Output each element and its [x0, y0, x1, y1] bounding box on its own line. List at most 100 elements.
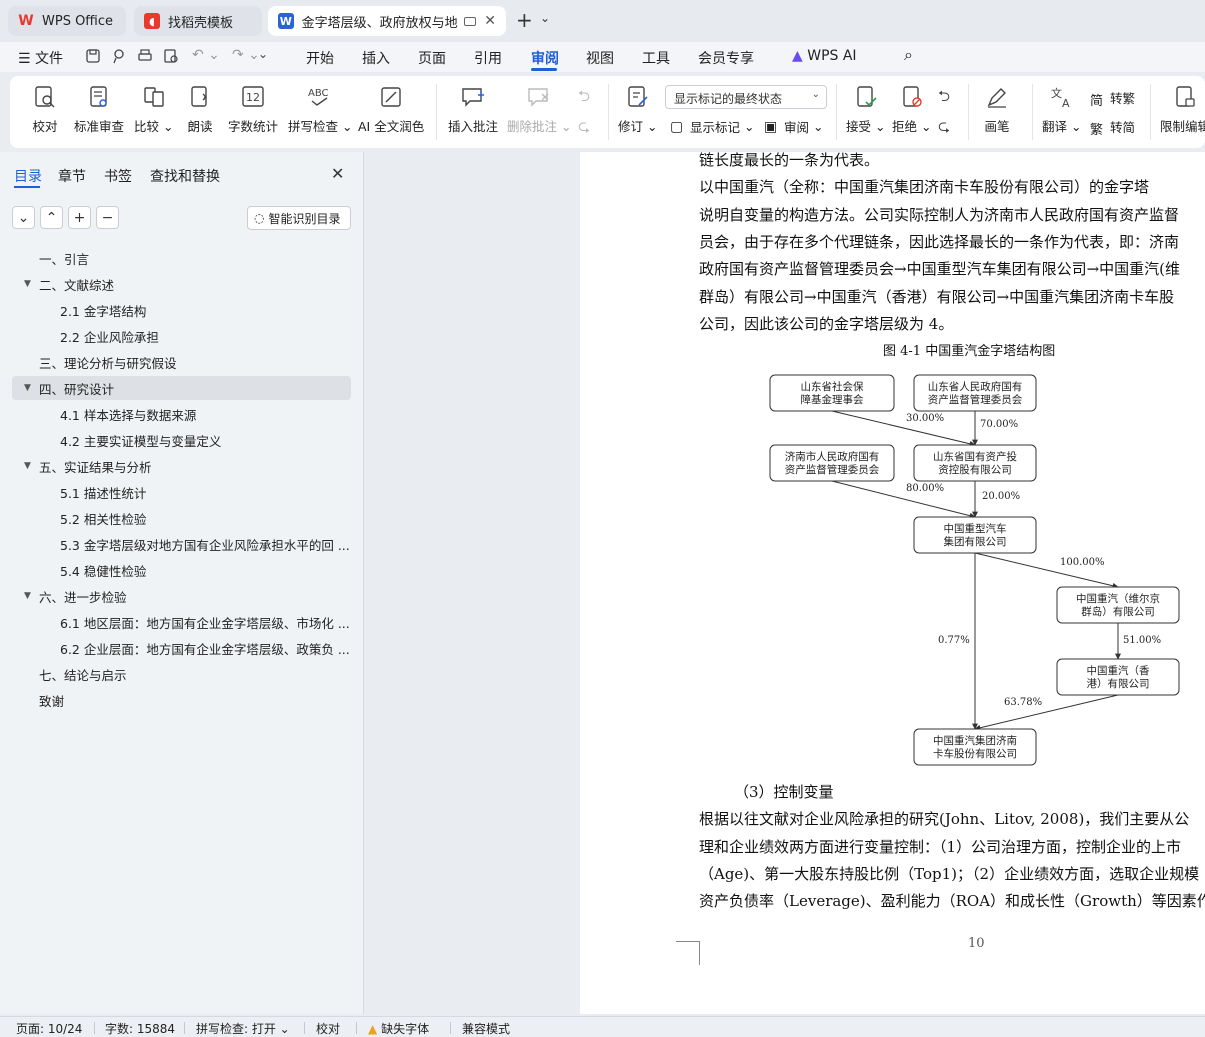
word-count-button[interactable]: 12 字数统计 — [228, 84, 278, 135]
tab-wps-office[interactable]: W WPS Office — [8, 6, 126, 36]
menu-file[interactable]: ☰ 文件 — [18, 48, 63, 68]
panel-divider[interactable] — [363, 152, 364, 1014]
status-spell-check[interactable]: 拼写检查: 打开 ⌄ — [196, 1020, 290, 1037]
wps-ai-icon: ▲ — [792, 48, 803, 64]
new-tab-icon[interactable]: + — [516, 8, 533, 32]
proofread-button[interactable]: 校对 — [32, 84, 58, 135]
menu-page[interactable]: 页面 — [418, 48, 446, 68]
markup-mode-select[interactable]: 显示标记的最终状态 ⌄ — [665, 85, 827, 109]
toc-item[interactable]: ▼ 二、文献综述 — [12, 272, 351, 296]
delete-comment-button[interactable]: 删除批注 ⌄ — [507, 84, 571, 135]
next-comment-icon[interactable]: ⮎ — [578, 116, 590, 141]
print-icon[interactable] — [136, 47, 154, 65]
expand-caret-icon[interactable]: ▼ — [24, 383, 31, 393]
toc-item[interactable]: 4.2 主要实证模型与变量定义 — [12, 428, 351, 452]
toc-item[interactable]: ▼ 六、进一步检验 — [12, 584, 351, 608]
menu-view[interactable]: 视图 — [586, 48, 614, 68]
toc-item[interactable]: 5.1 描述性统计 — [12, 480, 351, 504]
ribbon-divider — [436, 84, 437, 140]
menu-review[interactable]: 审阅 — [531, 48, 559, 68]
toc-item[interactable]: 6.1 地区层面：地方国有企业金字塔层级、市场化 ... — [12, 610, 351, 634]
expand-up-button[interactable]: ⌃ — [40, 206, 63, 229]
toc-item[interactable]: 三、理论分析与研究假设 — [12, 350, 351, 374]
nav-tab-bookmarks[interactable]: 书签 — [104, 166, 132, 186]
entity-name: 中国重汽集团济南 — [933, 734, 1017, 747]
chevron-down-icon[interactable]: ⌄ — [540, 11, 550, 25]
show-markup-button[interactable]: ▢ 显示标记 ⌄ — [670, 117, 754, 136]
undo-icon[interactable]: ↶ ⌄ — [192, 47, 220, 63]
pen-button[interactable]: 画笔 — [984, 84, 1010, 135]
monitor-icon[interactable] — [464, 16, 477, 26]
to-simplified-label: 转简 — [1110, 120, 1136, 135]
compare-button[interactable]: 比较 ⌄ — [134, 84, 173, 135]
status-proofread[interactable]: 校对 — [316, 1020, 340, 1037]
prev-comment-icon[interactable]: ⮌ — [578, 86, 590, 111]
smart-toc-button[interactable]: ◌ 智能识别目录 — [247, 206, 351, 230]
more-chevron-icon[interactable]: ⌄ — [258, 47, 268, 61]
toc-item[interactable]: 5.2 相关性检验 — [12, 506, 351, 530]
search-icon[interactable]: ⌕ — [904, 45, 913, 65]
nav-tab-chapters[interactable]: 章节 — [58, 166, 86, 186]
nav-tab-toc[interactable]: 目录 — [14, 166, 42, 186]
entity-name: 港）有限公司 — [1087, 677, 1150, 690]
toc-item[interactable]: 5.3 金字塔层级对地方国有企业风险承担水平的回 ... — [12, 532, 351, 556]
toc-item-label: 一、引言 — [39, 251, 90, 267]
ai-polish-button[interactable]: AI 全文润色 — [358, 84, 424, 135]
restrict-edit-button[interactable]: 限制编辑 — [1160, 84, 1205, 135]
status-compat-mode[interactable]: 兼容模式 — [462, 1020, 510, 1037]
menu-start[interactable]: 开始 — [306, 48, 334, 68]
save-icon[interactable] — [84, 47, 102, 65]
document-page[interactable]: 链长度最长的一条为代表。 以中国重汽（全称：中国重汽集团济南卡车股份有限公司）的… — [580, 152, 1205, 1014]
toc-item[interactable]: 6.2 企业层面：地方国有企业金字塔层级、政策负 ... — [12, 636, 351, 660]
expand-caret-icon[interactable]: ▼ — [24, 279, 31, 289]
standard-review-button[interactable]: 标准审查 — [74, 84, 124, 135]
toc-item[interactable]: ▼ 五、实证结果与分析 — [12, 454, 351, 478]
reject-button[interactable]: 拒绝 ⌄ — [892, 84, 931, 135]
accept-button[interactable]: 接受 ⌄ — [846, 84, 885, 135]
spell-check-button[interactable]: ABC 拼写检查 ⌄ — [288, 84, 352, 135]
prev-change-icon[interactable]: ⮌ — [938, 86, 950, 111]
review-pane-button[interactable]: ▣ 审阅 ⌄ — [764, 117, 823, 136]
menu-wps-ai[interactable]: ▲ WPS AI — [792, 48, 857, 64]
toc-item[interactable]: ▼ 四、研究设计 — [12, 376, 351, 400]
toc-item[interactable]: 一、引言 — [12, 246, 351, 270]
collapse-all-button[interactable]: ⌄ — [12, 206, 35, 229]
toc-item[interactable]: 5.4 稳健性检验 — [12, 558, 351, 582]
toc-item[interactable]: 2.1 金字塔结构 — [12, 298, 351, 322]
add-heading-button[interactable]: + — [68, 206, 91, 229]
close-icon[interactable]: ✕ — [331, 164, 344, 183]
tab-current-document[interactable]: W 金字塔层级、政府放权与地方国 ✕ — [268, 6, 506, 36]
track-changes-button[interactable]: 修订 ⌄ — [618, 84, 657, 135]
tab-docer-templates[interactable]: ◖ 找稻壳模板 — [134, 6, 262, 36]
nav-tab-find-replace[interactable]: 查找和替换 — [150, 166, 220, 186]
toc-item-label: 二、文献综述 — [39, 277, 115, 293]
menu-insert[interactable]: 插入 — [362, 48, 390, 68]
share-icon[interactable] — [110, 47, 128, 65]
proofread-label: 校对 — [32, 119, 58, 134]
redo-icon[interactable]: ↷ ⌄ — [232, 47, 260, 63]
active-nav-tab-indicator — [14, 186, 40, 188]
entity-name: 资产监督管理委员会 — [785, 463, 880, 476]
toc-item[interactable]: 七、结论与启示 — [12, 662, 351, 686]
menu-tools[interactable]: 工具 — [642, 48, 670, 68]
status-page[interactable]: 页面: 10/24 — [16, 1020, 82, 1037]
status-missing-font[interactable]: ▲ 缺失字体 — [368, 1020, 429, 1037]
remove-heading-button[interactable]: − — [96, 206, 119, 229]
to-simplified-button[interactable]: 繁转简 — [1090, 117, 1136, 138]
entity-name: 资控股有限公司 — [938, 463, 1012, 476]
to-traditional-button[interactable]: 简转繁 — [1090, 88, 1135, 109]
close-icon[interactable]: ✕ — [484, 13, 496, 29]
menu-reference[interactable]: 引用 — [474, 48, 502, 68]
expand-caret-icon[interactable]: ▼ — [24, 591, 31, 601]
read-aloud-button[interactable]: 朗读 — [187, 84, 213, 135]
next-change-icon[interactable]: ⮎ — [938, 116, 950, 141]
toc-item[interactable]: 2.2 企业风险承担 — [12, 324, 351, 348]
expand-caret-icon[interactable]: ▼ — [24, 461, 31, 471]
insert-comment-button[interactable]: 插入批注 — [448, 84, 498, 135]
translate-button[interactable]: 文A 翻译 ⌄ — [1042, 84, 1081, 135]
status-word-count[interactable]: 字数: 15884 — [105, 1020, 175, 1037]
print-preview-icon[interactable] — [162, 47, 180, 65]
menu-member[interactable]: 会员专享 — [698, 48, 754, 68]
toc-item[interactable]: 致谢 — [12, 688, 351, 712]
toc-item[interactable]: 4.1 样本选择与数据来源 — [12, 402, 351, 426]
